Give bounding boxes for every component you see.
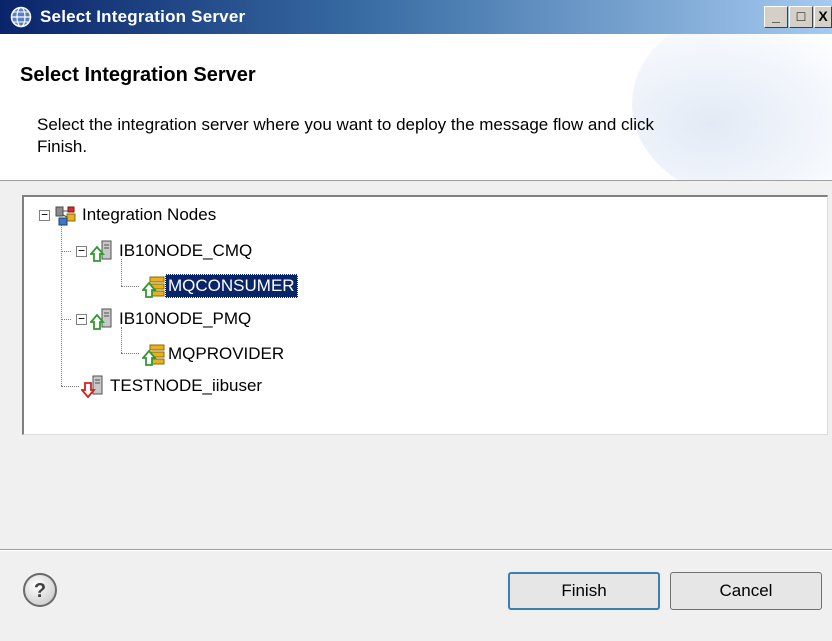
integration-server-icon [142, 344, 165, 366]
tree-connector [61, 386, 79, 387]
tree-connector [61, 319, 71, 320]
integration-nodes-icon [55, 206, 76, 226]
tree-node-label[interactable]: IB10NODE_PMQ [116, 307, 254, 331]
page-title: Select Integration Server [20, 64, 256, 86]
collapse-toggle-node[interactable]: − [76, 245, 87, 257]
collapse-toggle-root[interactable]: − [39, 209, 50, 221]
tree-server-label[interactable]: MQPROVIDER [165, 342, 287, 366]
integration-tree[interactable]: − Integration Nodes − IB10NODE_CMQ MQCON… [22, 195, 828, 435]
finish-button[interactable]: Finish [508, 572, 660, 610]
collapse-toggle-node[interactable]: − [76, 313, 87, 325]
maximize-button[interactable]: □ [789, 6, 813, 28]
help-glyph: ? [34, 580, 46, 602]
integration-node-stopped-icon [81, 375, 103, 398]
tree-node-label[interactable]: TESTNODE_iibuser [107, 374, 265, 398]
tree-connector [61, 223, 62, 386]
integration-node-icon [90, 240, 112, 262]
integration-node-icon [90, 308, 112, 330]
window-title: Select Integration Server [40, 7, 246, 26]
title-bar: Select Integration Server _ □ X [0, 0, 832, 34]
footer-separator [0, 549, 832, 551]
minimize-button[interactable]: _ [764, 6, 788, 28]
tree-connector [121, 286, 139, 287]
tree-server-label-selected[interactable]: MQCONSUMER [165, 274, 298, 298]
wizard-banner: Select Integration Server Select the int… [0, 34, 832, 181]
cancel-button[interactable]: Cancel [670, 572, 822, 610]
close-button[interactable]: X [814, 6, 832, 28]
page-description: Select the integration server where you … [37, 115, 655, 156]
banner-decoration [632, 34, 832, 180]
help-icon[interactable]: ? [22, 572, 58, 608]
tree-connector [121, 259, 122, 286]
tree-node-label[interactable]: IB10NODE_CMQ [116, 239, 255, 263]
tree-root-label[interactable]: Integration Nodes [79, 203, 219, 227]
tree-connector [121, 353, 139, 354]
globe-icon [10, 6, 32, 28]
integration-server-icon [142, 276, 165, 298]
tree-connector [61, 251, 71, 252]
